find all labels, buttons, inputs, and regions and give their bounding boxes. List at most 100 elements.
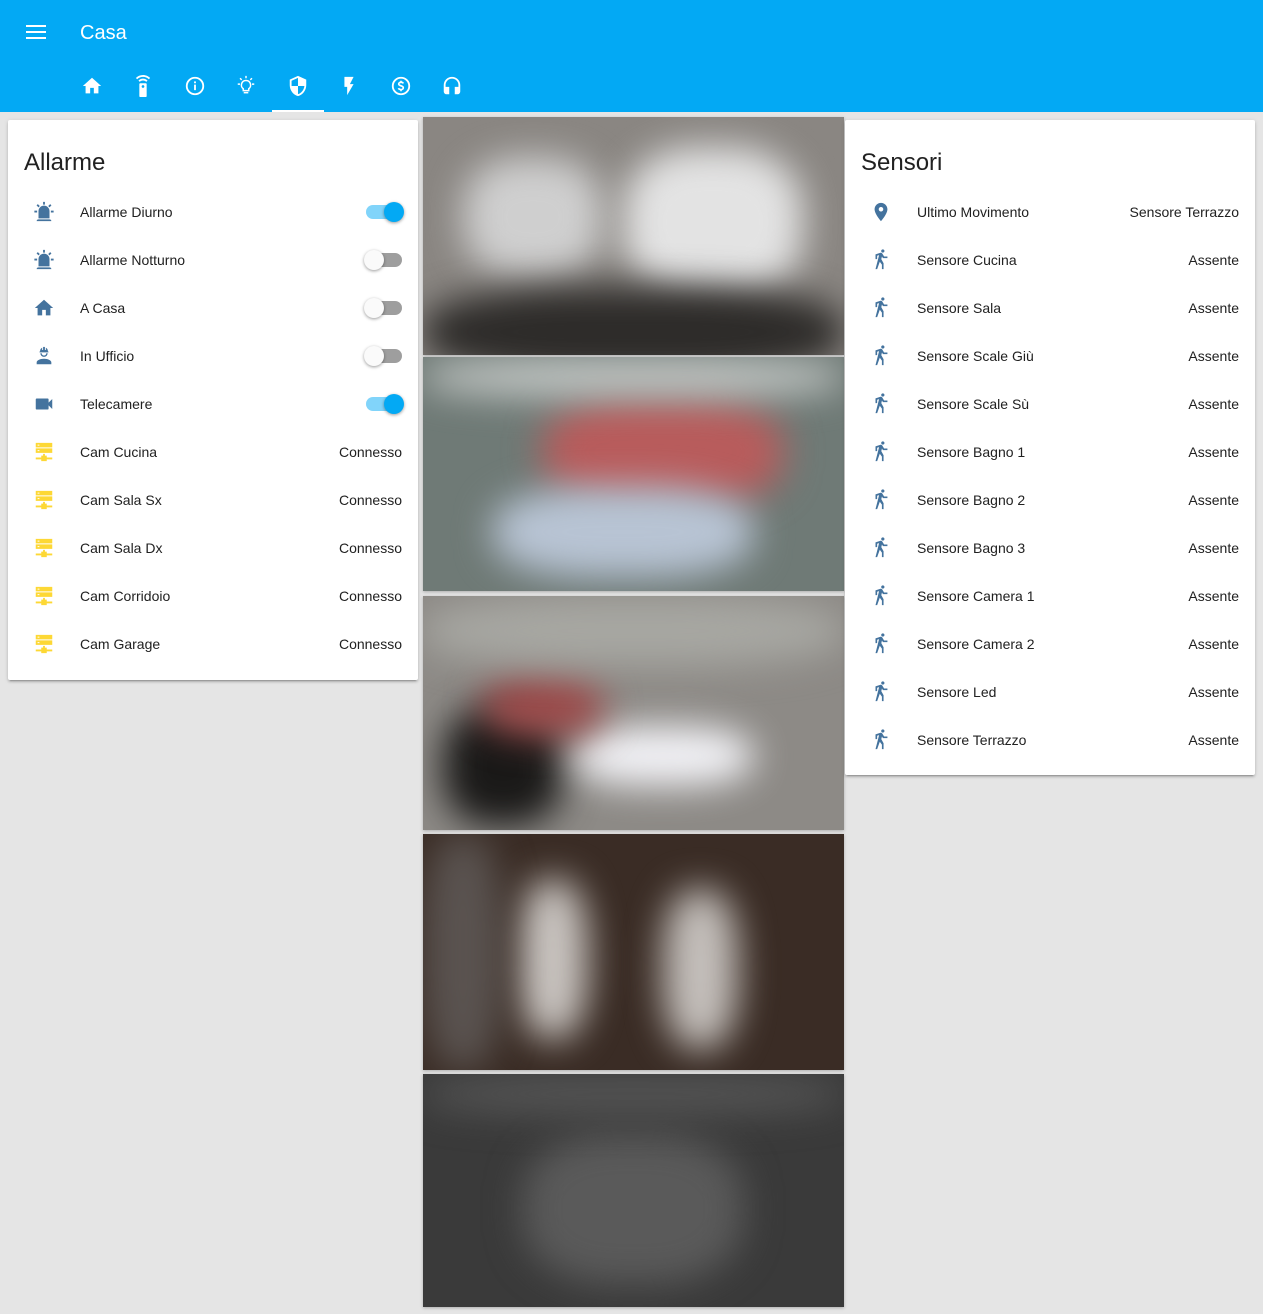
- walk-icon: [861, 624, 901, 664]
- server-network-icon: [24, 624, 64, 664]
- entity-label: Sensore Camera 1: [917, 588, 1035, 604]
- entity-row-sensore-led[interactable]: Sensore Led Assente: [861, 672, 1239, 712]
- entity-row-sensore-scale-giu[interactable]: Sensore Scale Giù Assente: [861, 336, 1239, 376]
- currency-icon: [390, 75, 412, 102]
- tab-home[interactable]: [66, 64, 118, 112]
- entity-state: Sensore Terrazzo: [1129, 204, 1239, 220]
- alarm-light-icon: [24, 192, 64, 232]
- server-network-icon: [24, 528, 64, 568]
- map-marker-icon: [861, 192, 901, 232]
- entity-label: Allarme Notturno: [80, 252, 186, 268]
- walk-icon: [861, 432, 901, 472]
- entity-label: Sensore Scale Giù: [917, 348, 1034, 364]
- menu-icon[interactable]: [22, 20, 50, 44]
- camera-feed-1[interactable]: [423, 117, 844, 355]
- video-camera-icon: [24, 384, 64, 424]
- entity-label: Sensore Camera 2: [917, 636, 1035, 652]
- camera-feed-4[interactable]: [423, 834, 844, 1070]
- walk-icon: [861, 480, 901, 520]
- entity-label: Sensore Scale Sù: [917, 396, 1030, 412]
- entity-row-cam-garage[interactable]: Cam Garage Connesso: [24, 624, 402, 664]
- walk-icon: [861, 288, 901, 328]
- entity-row-sensore-terrazzo[interactable]: Sensore Terrazzo Assente: [861, 720, 1239, 760]
- allarme-diurno-toggle[interactable]: [366, 202, 404, 222]
- entity-label: Cam Corridoio: [80, 588, 171, 604]
- entity-row-in-ufficio: In Ufficio: [24, 336, 402, 376]
- entity-label: Sensore Led: [917, 684, 997, 700]
- alarm-light-icon: [24, 240, 64, 280]
- walk-icon: [861, 336, 901, 376]
- server-network-icon: [24, 432, 64, 472]
- walk-icon: [861, 240, 901, 280]
- entity-row-allarme-notturno: Allarme Notturno: [24, 240, 402, 280]
- entity-label: Cam Garage: [80, 636, 161, 652]
- entity-label: A Casa: [80, 300, 126, 316]
- security-shield-icon: [287, 75, 309, 102]
- entity-label: Ultimo Movimento: [917, 204, 1030, 220]
- tab-lights[interactable]: [221, 64, 273, 112]
- lightbulb-icon: [235, 75, 257, 102]
- sensori-card: Sensori Ultimo Movimento Sensore Terrazz…: [845, 120, 1255, 775]
- entity-label: Sensore Cucina: [917, 252, 1017, 268]
- entity-state: Assente: [1188, 732, 1239, 748]
- entity-label: Cam Sala Dx: [80, 540, 163, 556]
- card-title: Sensori: [861, 149, 943, 176]
- a-casa-toggle[interactable]: [364, 298, 402, 318]
- entity-row-sensore-camera-1[interactable]: Sensore Camera 1 Assente: [861, 576, 1239, 616]
- entity-state: Assente: [1188, 588, 1239, 604]
- entity-row-sensore-cucina[interactable]: Sensore Cucina Assente: [861, 240, 1239, 280]
- entity-state: Assente: [1188, 636, 1239, 652]
- entity-row-allarme-diurno: Allarme Diurno: [24, 192, 404, 232]
- entity-row-sensore-bagno-2[interactable]: Sensore Bagno 2 Assente: [861, 480, 1239, 520]
- entity-row-sensore-scale-su[interactable]: Sensore Scale Sù Assente: [861, 384, 1239, 424]
- entity-state: Connesso: [338, 492, 402, 508]
- entity-row-sensore-bagno-3[interactable]: Sensore Bagno 3 Assente: [861, 528, 1239, 568]
- entity-label: Sensore Sala: [917, 300, 1002, 316]
- tab-energy[interactable]: [324, 64, 376, 112]
- walk-icon: [861, 672, 901, 712]
- camera-feed-5[interactable]: [423, 1074, 844, 1307]
- entity-label: Sensore Terrazzo: [917, 732, 1027, 748]
- allarme-card: Allarme Allarme Diurno Allarme Notturno …: [8, 120, 418, 680]
- entity-label: Telecamere: [80, 396, 153, 412]
- home-icon: [24, 288, 64, 328]
- app-toolbar: Casa: [0, 0, 1263, 112]
- entity-label: Sensore Bagno 2: [917, 492, 1026, 508]
- in-ufficio-toggle[interactable]: [364, 346, 402, 366]
- entity-state: Assente: [1188, 252, 1239, 268]
- entity-row-telecamere: Telecamere: [24, 384, 404, 424]
- allarme-notturno-toggle[interactable]: [364, 250, 402, 270]
- tab-remote[interactable]: [118, 64, 170, 112]
- entity-label: In Ufficio: [80, 348, 135, 364]
- entity-row-ultimo-movimento[interactable]: Ultimo Movimento Sensore Terrazzo: [861, 192, 1239, 232]
- entity-row-sensore-bagno-1[interactable]: Sensore Bagno 1 Assente: [861, 432, 1239, 472]
- entity-state: Assente: [1188, 300, 1239, 316]
- entity-label: Cam Sala Sx: [80, 492, 162, 508]
- card-title: Allarme: [24, 149, 106, 176]
- server-network-icon: [24, 480, 64, 520]
- entity-label: Allarme Diurno: [80, 204, 173, 220]
- entity-row-sensore-sala[interactable]: Sensore Sala Assente: [861, 288, 1239, 328]
- entity-row-cam-corridoio[interactable]: Cam Corridoio Connesso: [24, 576, 402, 616]
- camera-feed-2[interactable]: [423, 357, 844, 591]
- entity-label: Sensore Bagno 1: [917, 444, 1026, 460]
- entity-row-cam-sala-dx[interactable]: Cam Sala Dx Connesso: [24, 528, 402, 568]
- entity-label: Cam Cucina: [80, 444, 158, 460]
- entity-row-cam-sala-sx[interactable]: Cam Sala Sx Connesso: [24, 480, 402, 520]
- tab-media[interactable]: [427, 64, 479, 112]
- tab-costs[interactable]: [375, 64, 427, 112]
- worker-icon: [24, 336, 64, 376]
- home-icon: [81, 75, 103, 102]
- walk-icon: [861, 528, 901, 568]
- tab-info[interactable]: [169, 64, 221, 112]
- telecamere-toggle[interactable]: [366, 394, 404, 414]
- walk-icon: [861, 384, 901, 424]
- entity-state: Connesso: [338, 636, 402, 652]
- entity-label: Sensore Bagno 3: [917, 540, 1026, 556]
- camera-feed-3[interactable]: [423, 596, 844, 830]
- entity-row-cam-cucina[interactable]: Cam Cucina Connesso: [24, 432, 402, 472]
- server-network-icon: [24, 576, 64, 616]
- entity-state: Connesso: [338, 444, 402, 460]
- entity-row-sensore-camera-2[interactable]: Sensore Camera 2 Assente: [861, 624, 1239, 664]
- tab-security[interactable]: [272, 64, 324, 112]
